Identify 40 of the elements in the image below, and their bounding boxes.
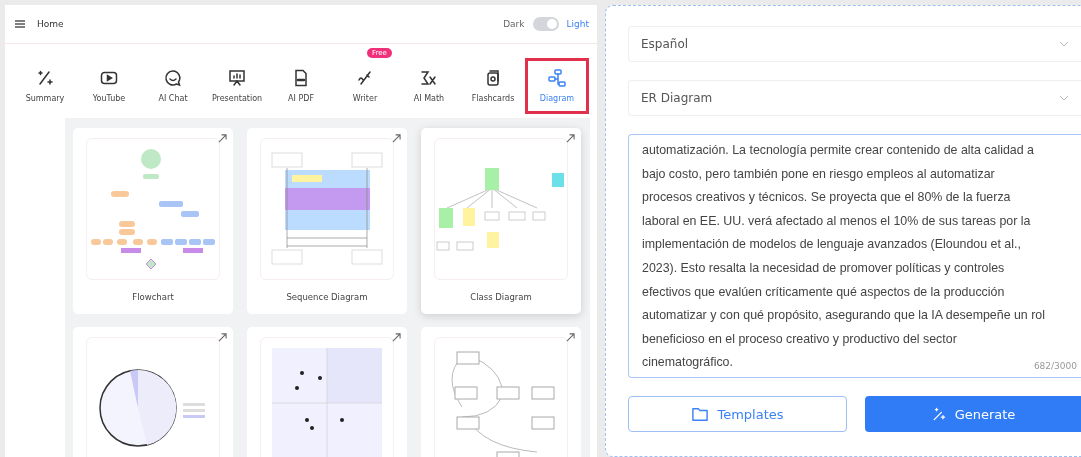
diagram-type-select[interactable]: ER Diagram bbox=[628, 80, 1081, 116]
summary-icon bbox=[35, 68, 55, 88]
tool-tab[interactable]: AI Chat bbox=[141, 58, 205, 114]
template-title: Flowchart bbox=[132, 292, 174, 302]
expand-arrow-icon[interactable] bbox=[566, 333, 575, 342]
character-counter: 682/3000 bbox=[1033, 361, 1077, 371]
template-card[interactable]: Sequence Diagram bbox=[247, 128, 407, 314]
chat-icon bbox=[163, 68, 183, 88]
templates-button[interactable]: Templates bbox=[628, 396, 847, 432]
tool-tab[interactable]: AI Math bbox=[397, 58, 461, 114]
tool-tab[interactable]: Summary bbox=[13, 58, 77, 114]
menu-icon[interactable] bbox=[15, 20, 25, 28]
theme-label: Dark bbox=[503, 19, 525, 29]
template-title: Sequence Diagram bbox=[286, 292, 368, 302]
tool-tab[interactable]: AI PDF bbox=[269, 58, 333, 114]
diagram-icon bbox=[547, 68, 567, 88]
theme-label: Light bbox=[566, 19, 589, 29]
math-icon bbox=[419, 68, 439, 88]
template-card[interactable]: Flowchart bbox=[73, 128, 233, 314]
tool-tab[interactable]: Presentation bbox=[205, 58, 269, 114]
folder-icon bbox=[691, 406, 710, 422]
template-title: Class Diagram bbox=[470, 292, 532, 302]
generate-button[interactable]: Generate bbox=[865, 396, 1081, 432]
expand-arrow-icon[interactable] bbox=[392, 333, 401, 342]
chevron-down-icon bbox=[1059, 95, 1069, 101]
tool-tab[interactable]: YouTube bbox=[77, 58, 141, 114]
presentation-icon bbox=[227, 68, 247, 88]
expand-arrow-icon[interactable] bbox=[566, 134, 575, 143]
chevron-down-icon bbox=[1059, 41, 1069, 47]
tool-tab[interactable]: Diagram bbox=[525, 58, 589, 114]
expand-arrow-icon[interactable] bbox=[392, 134, 401, 143]
page-title: Home bbox=[37, 19, 64, 29]
tool-tab[interactable]: Flashcards bbox=[461, 58, 525, 114]
expand-arrow-icon[interactable] bbox=[218, 333, 227, 342]
text-input-field[interactable]: automatización. La tecnología permite crear contenido de alta calidad a bajo costo, pero también pone en riesgo empleos al automatizar procesos creativos y técnicos. Se proyecta que el 80% de la fuerza laboral en EE. UU. verá afectado al menos el 10% de sus tareas por la implementación de modelos de lenguaje avanzados (Eloundou et al., 2023). Esto resalta la necesidad de promover políticas y controles efectivos que evalúen críticamente qué aspectos de la producción automatizar y con qué propósito, asegurando que la IA desempeñe un rol beneficioso en el proceso creativo y productivo del sector cinematográfico. 682/3000 bbox=[628, 134, 1081, 378]
tool-tab[interactable]: Writer bbox=[333, 58, 397, 114]
language-select[interactable]: Español bbox=[628, 26, 1081, 62]
expand-arrow-icon[interactable] bbox=[218, 134, 227, 143]
theme-toggle[interactable] bbox=[532, 17, 559, 31]
template-card[interactable]: Class Diagram bbox=[421, 128, 581, 314]
